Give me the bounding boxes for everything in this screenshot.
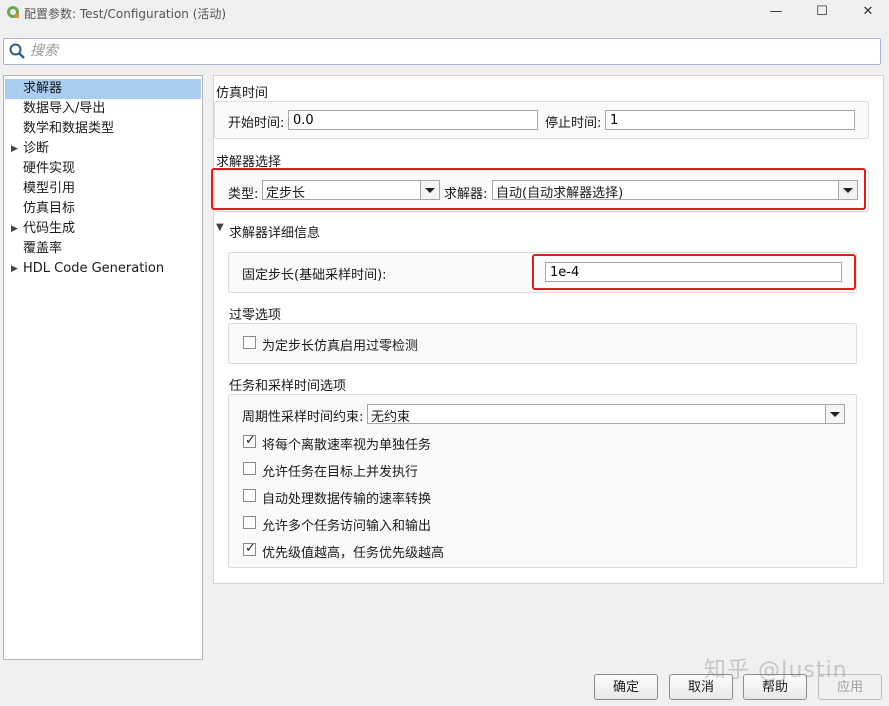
- search-icon: [9, 43, 25, 59]
- expand-arrow-icon[interactable]: ▶: [11, 259, 18, 279]
- periodic-constraint-label: 周期性采样时间约束:: [242, 410, 364, 425]
- option-label: 允许任务在目标上并发执行: [262, 465, 419, 480]
- category-tree: 求解器 数据导入/导出 数学和数据类型 ▶ 诊断 硬件实现 模型引用 仿真目标 …: [3, 75, 203, 660]
- tree-item-data-import-export[interactable]: 数据导入/导出: [5, 99, 201, 119]
- periodic-constraint-dropdown[interactable]: 无约束: [367, 404, 845, 425]
- tree-item-label: 求解器: [23, 81, 63, 96]
- minimize-button[interactable]: —: [765, 3, 787, 21]
- option-checkbox-separate-tasks[interactable]: ✓: [243, 433, 256, 448]
- tree-item-diagnostics[interactable]: ▶ 诊断: [5, 139, 201, 159]
- solver-details-header: 求解器详细信息: [229, 226, 321, 241]
- solver-type-label: 类型:: [228, 187, 259, 202]
- option-checkbox-multi-access[interactable]: [243, 516, 256, 529]
- option-checkbox-rate-transition[interactable]: [243, 489, 256, 502]
- solver-label: 求解器:: [444, 187, 488, 202]
- tree-item-label: 代码生成: [23, 221, 76, 236]
- checkmark-icon: ✓: [245, 433, 256, 448]
- tree-item-hardware-implementation[interactable]: 硬件实现: [5, 159, 201, 179]
- close-button[interactable]: ✕: [857, 3, 879, 21]
- tree-item-simulation-target[interactable]: 仿真目标: [5, 199, 201, 219]
- solver-type-dropdown[interactable]: 定步长: [262, 180, 440, 201]
- tree-item-label: 诊断: [23, 141, 50, 156]
- window-title: 配置参数: Test/Configuration (活动): [24, 7, 227, 21]
- chevron-down-icon[interactable]: [825, 405, 844, 423]
- fixed-step-label: 固定步长(基础采样时间):: [242, 268, 387, 283]
- solver-selection-header: 求解器选择: [216, 155, 282, 170]
- option-label: 自动处理数据传输的速率转换: [262, 492, 432, 507]
- tree-item-coverage[interactable]: 覆盖率: [5, 239, 201, 259]
- expand-arrow-icon[interactable]: ▶: [11, 219, 18, 239]
- tree-item-label: 数学和数据类型: [23, 121, 115, 136]
- tasking-header: 任务和采样时间选项: [229, 379, 347, 394]
- title-bar: 配置参数: Test/Configuration (活动) — ☐ ✕: [0, 0, 889, 26]
- tree-item-math-data-types[interactable]: 数学和数据类型: [5, 119, 201, 139]
- zero-crossing-label: 为定步长仿真启用过零检测: [262, 339, 419, 354]
- tree-item-hdl-code-generation[interactable]: ▶ HDL Code Generation: [5, 259, 201, 279]
- option-label: 优先级值越高，任务优先级越高: [262, 546, 445, 561]
- app-icon: [7, 6, 19, 18]
- solver-dropdown[interactable]: 自动(自动求解器选择): [492, 180, 858, 201]
- tree-item-label: 数据导入/导出: [23, 101, 106, 116]
- tree-item-label: 仿真目标: [23, 201, 76, 216]
- fixed-step-field[interactable]: [545, 262, 842, 282]
- search-input[interactable]: [30, 41, 870, 61]
- periodic-constraint-value: 无约束: [371, 410, 411, 425]
- stop-time-field[interactable]: [605, 110, 855, 130]
- option-label: 将每个离散速率视为单独任务: [262, 438, 432, 453]
- tree-item-solver[interactable]: 求解器: [5, 79, 201, 99]
- tree-item-code-generation[interactable]: ▶ 代码生成: [5, 219, 201, 239]
- collapse-arrow-icon[interactable]: ▼: [216, 222, 224, 233]
- stop-time-label: 停止时间:: [545, 116, 602, 131]
- option-label: 允许多个任务访问输入和输出: [262, 519, 432, 534]
- zero-crossing-header: 过零选项: [229, 308, 282, 323]
- zero-crossing-checkbox[interactable]: [243, 336, 256, 349]
- solver-type-value: 定步长: [266, 186, 306, 201]
- option-checkbox-priority[interactable]: ✓: [243, 541, 256, 556]
- tree-item-label: 模型引用: [23, 181, 76, 196]
- start-time-label: 开始时间:: [228, 116, 285, 131]
- checkmark-icon: ✓: [245, 541, 256, 556]
- start-time-field[interactable]: [288, 110, 538, 130]
- chevron-down-icon[interactable]: [420, 181, 439, 199]
- option-checkbox-concurrent[interactable]: [243, 462, 256, 475]
- sim-time-header: 仿真时间: [216, 86, 269, 101]
- expand-arrow-icon[interactable]: ▶: [11, 139, 18, 159]
- ok-button[interactable]: 确定: [594, 674, 658, 700]
- tree-item-label: 硬件实现: [23, 161, 76, 176]
- maximize-button[interactable]: ☐: [811, 3, 833, 21]
- solver-value: 自动(自动求解器选择): [496, 186, 624, 201]
- search-box[interactable]: [3, 38, 881, 65]
- watermark: 知乎 @Justin: [704, 658, 848, 683]
- tree-item-label: 覆盖率: [23, 241, 63, 256]
- tree-item-model-referencing[interactable]: 模型引用: [5, 179, 201, 199]
- tree-item-label: HDL Code Generation: [23, 261, 165, 276]
- chevron-down-icon[interactable]: [838, 181, 857, 199]
